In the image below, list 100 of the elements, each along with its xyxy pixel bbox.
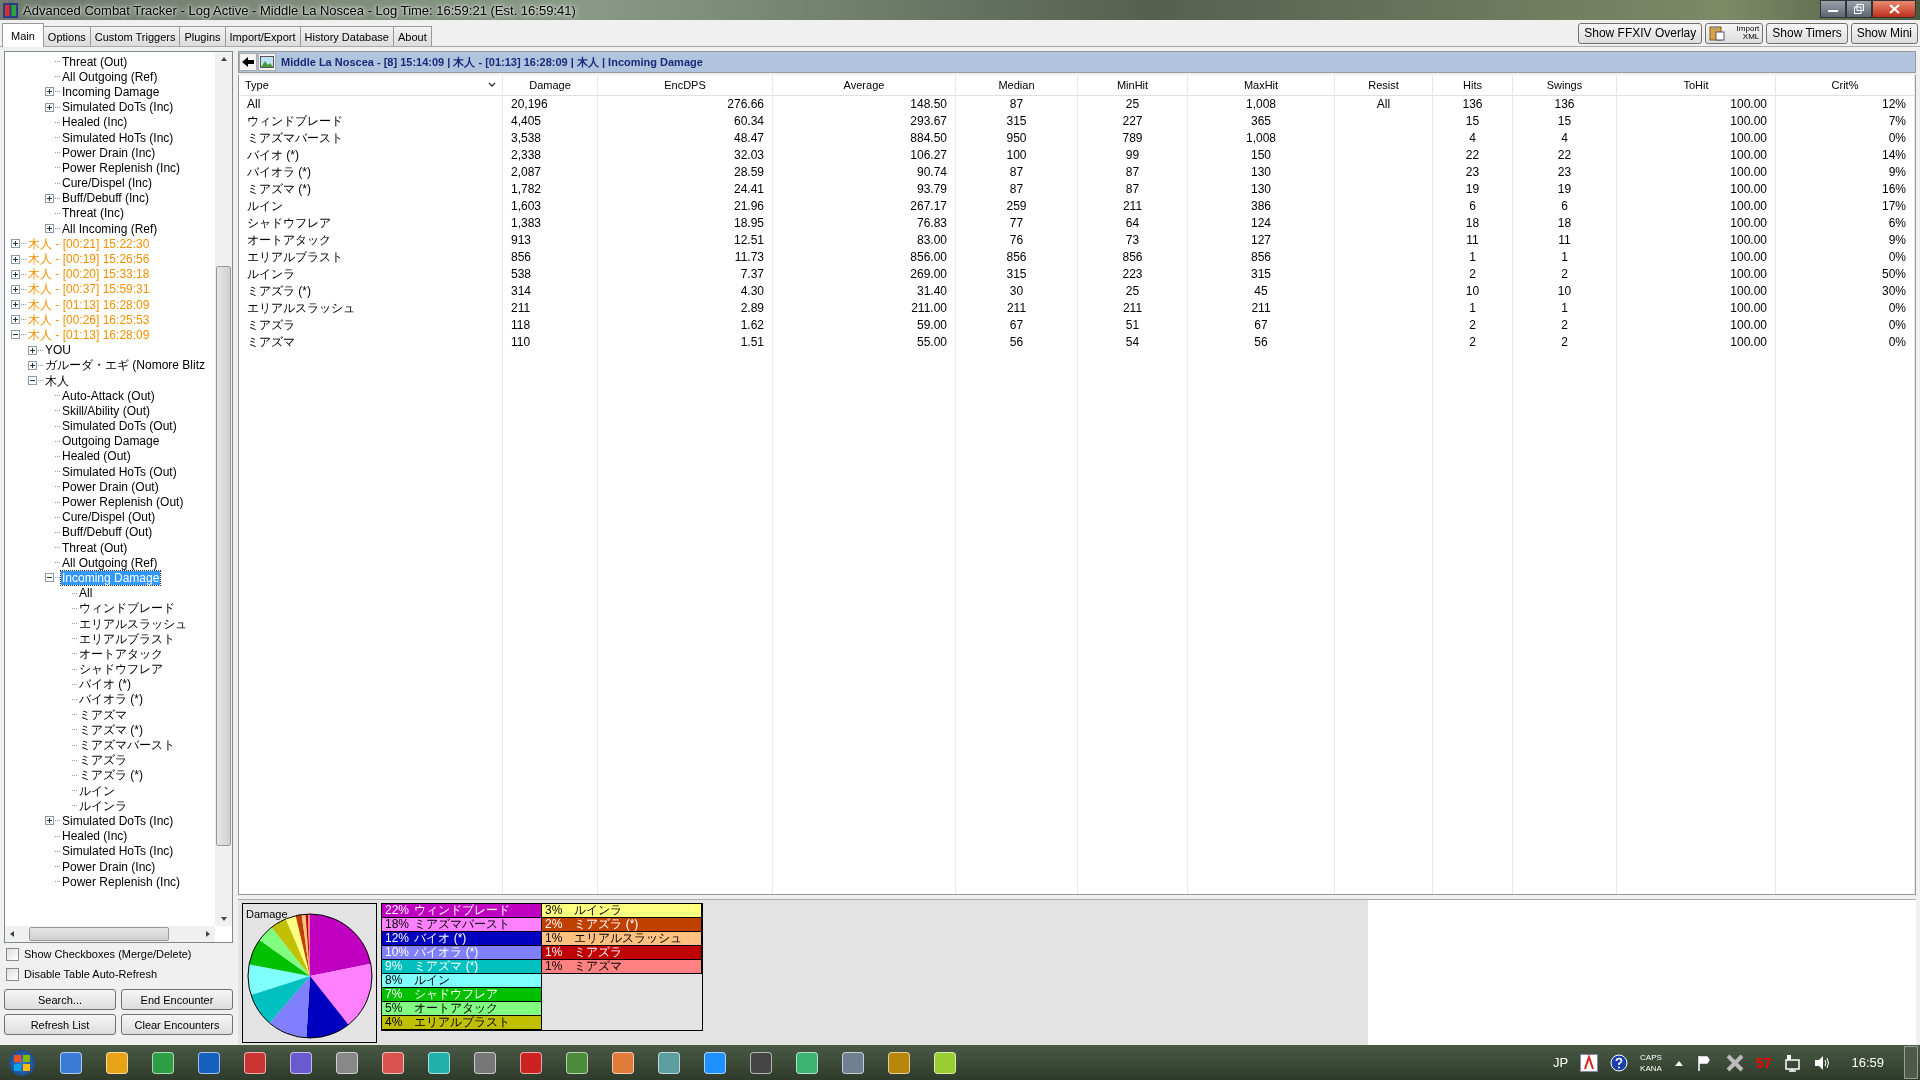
tree-item[interactable]: Healed (Inc): [61, 829, 129, 844]
scrollbar[interactable]: [215, 52, 232, 926]
tree-item[interactable]: All Outgoing (Ref): [61, 69, 159, 84]
image-button[interactable]: [258, 53, 276, 71]
tab[interactable]: Plugins: [179, 26, 226, 46]
tree-item[interactable]: ミアズマバースト: [78, 738, 176, 753]
tree-item[interactable]: Simulated DoTs (Inc): [61, 100, 175, 115]
tree-item[interactable]: Threat (Inc): [61, 206, 125, 221]
overlay-button[interactable]: Show FFXIV Overlay: [1578, 22, 1703, 44]
tree-item[interactable]: Cure/Dispel (Out): [61, 510, 157, 525]
tree-item[interactable]: Outgoing Damage: [61, 434, 161, 449]
import-button[interactable]: Import XML: [1705, 22, 1764, 44]
tab[interactable]: Custom Triggers: [89, 26, 181, 46]
tree-item[interactable]: YOU: [44, 343, 72, 358]
tree-item[interactable]: Healed (Inc): [61, 115, 129, 130]
expand-icon[interactable]: [11, 300, 20, 310]
action-button[interactable]: Search...: [4, 989, 116, 1010]
tree-item[interactable]: Auto-Attack (Out): [61, 388, 156, 403]
tree-item[interactable]: ルインラ: [78, 798, 128, 813]
tree-item[interactable]: Simulated DoTs (Out): [61, 419, 178, 434]
checkbox[interactable]: [6, 967, 19, 981]
expand-icon[interactable]: [45, 102, 54, 112]
tree-item[interactable]: エリアルブラスト: [78, 631, 176, 646]
restore-button[interactable]: [1846, 0, 1872, 18]
checkbox-label[interactable]: Show Checkboxes (Merge/Delete): [24, 948, 192, 960]
column-header[interactable]: Damage: [503, 75, 597, 96]
column-header[interactable]: Crit%: [1776, 75, 1914, 96]
tree-item[interactable]: Incoming Damage: [61, 84, 161, 99]
tree-item[interactable]: オートアタック: [78, 646, 164, 661]
language-indicator[interactable]: JP: [1552, 1055, 1569, 1070]
tree-item[interactable]: Simulated HoTs (Out): [61, 464, 178, 479]
column-header[interactable]: Swings: [1513, 75, 1616, 96]
expand-icon[interactable]: [28, 360, 37, 370]
tree-item[interactable]: Power Replenish (Out): [61, 495, 185, 510]
tree-item[interactable]: Simulated HoTs (Inc): [61, 130, 175, 145]
tab[interactable]: Options: [42, 26, 91, 46]
action-button[interactable]: End Encounter: [121, 989, 233, 1010]
tree-item[interactable]: ミアズラ (*): [78, 768, 144, 783]
minimize-button[interactable]: [1820, 0, 1846, 18]
tree-item[interactable]: Healed (Out): [61, 449, 132, 464]
tree-item[interactable]: ミアズマ: [78, 707, 128, 722]
network-icon[interactable]: [1783, 1053, 1802, 1072]
expand-icon[interactable]: [45, 224, 54, 234]
collapse-icon[interactable]: [11, 330, 20, 340]
expand-icon[interactable]: [11, 315, 20, 325]
expand-icon[interactable]: [45, 193, 54, 203]
checkbox-label[interactable]: Disable Table Auto-Refresh: [24, 968, 158, 980]
help-icon[interactable]: [1610, 1053, 1629, 1072]
tree-item[interactable]: Power Drain (Out): [61, 479, 160, 494]
tree-item[interactable]: ウィンドブレード: [78, 601, 176, 616]
tree-item[interactable]: All Incoming (Ref): [61, 221, 159, 236]
checkbox[interactable]: [6, 947, 19, 961]
tree-item[interactable]: Skill/Ability (Out): [61, 403, 151, 418]
scroll-thumb[interactable]: [216, 266, 231, 846]
tab[interactable]: Main: [2, 23, 44, 47]
clock[interactable]: 16:59: [1843, 1055, 1892, 1070]
scroll-thumb[interactable]: [29, 927, 169, 941]
tree-item[interactable]: ルイン: [78, 783, 116, 798]
column-header[interactable]: Hits: [1433, 75, 1512, 96]
collapse-icon[interactable]: [28, 376, 37, 386]
column-header[interactable]: Resist: [1335, 75, 1432, 96]
tree-item[interactable]: Threat (Out): [61, 540, 129, 555]
tree-item[interactable]: ミアズラ: [78, 753, 128, 768]
action-button[interactable]: Clear Encounters: [121, 1014, 233, 1035]
tree-item[interactable]: バイオラ (*): [78, 692, 144, 707]
expand-icon[interactable]: [11, 254, 20, 264]
show-desktop-button[interactable]: [1904, 1046, 1918, 1079]
tree-item[interactable]: Buff/Debuff (Inc): [61, 191, 150, 206]
expand-icon[interactable]: [45, 87, 54, 97]
ime-icon[interactable]: [1580, 1053, 1599, 1072]
expand-icon[interactable]: [28, 345, 37, 355]
tree-item[interactable]: シャドウフレア: [78, 662, 164, 677]
expand-icon[interactable]: [45, 816, 54, 826]
tree-item[interactable]: エリアルスラッシュ: [78, 616, 188, 631]
column-header[interactable]: EncDPS: [598, 75, 772, 96]
tree-item[interactable]: Cure/Dispel (Inc): [61, 176, 154, 191]
tree-item[interactable]: ミアズマ (*): [78, 722, 144, 737]
tree-item[interactable]: バイオ (*): [78, 677, 132, 692]
column-header[interactable]: MinHit: [1078, 75, 1187, 96]
tree-item[interactable]: Buff/Debuff (Out): [61, 525, 154, 540]
tree-item[interactable]: Threat (Out): [61, 54, 129, 69]
column-header[interactable]: Type: [239, 75, 502, 96]
tree-item[interactable]: Simulated DoTs (Inc): [61, 813, 175, 828]
column-header[interactable]: Median: [956, 75, 1077, 96]
tree-item[interactable]: All: [78, 586, 94, 601]
tree-item[interactable]: Power Drain (Inc): [61, 859, 157, 874]
cross-icon[interactable]: [1725, 1053, 1744, 1072]
mini-button[interactable]: Show Mini: [1850, 22, 1918, 44]
column-header[interactable]: ToHit: [1617, 75, 1775, 96]
tree-item[interactable]: Power Replenish (Inc): [61, 874, 182, 889]
tab[interactable]: History Database: [299, 26, 394, 46]
tree-item[interactable]: Simulated HoTs (Inc): [61, 844, 175, 859]
back-button[interactable]: [239, 53, 257, 71]
expand-icon[interactable]: [11, 269, 20, 279]
tab[interactable]: Import/Export: [224, 26, 301, 46]
column-header[interactable]: MaxHit: [1188, 75, 1334, 96]
column-header[interactable]: Average: [773, 75, 955, 96]
expand-icon[interactable]: [11, 284, 20, 294]
action-button[interactable]: Refresh List: [4, 1014, 116, 1035]
close-button[interactable]: [1872, 0, 1916, 18]
